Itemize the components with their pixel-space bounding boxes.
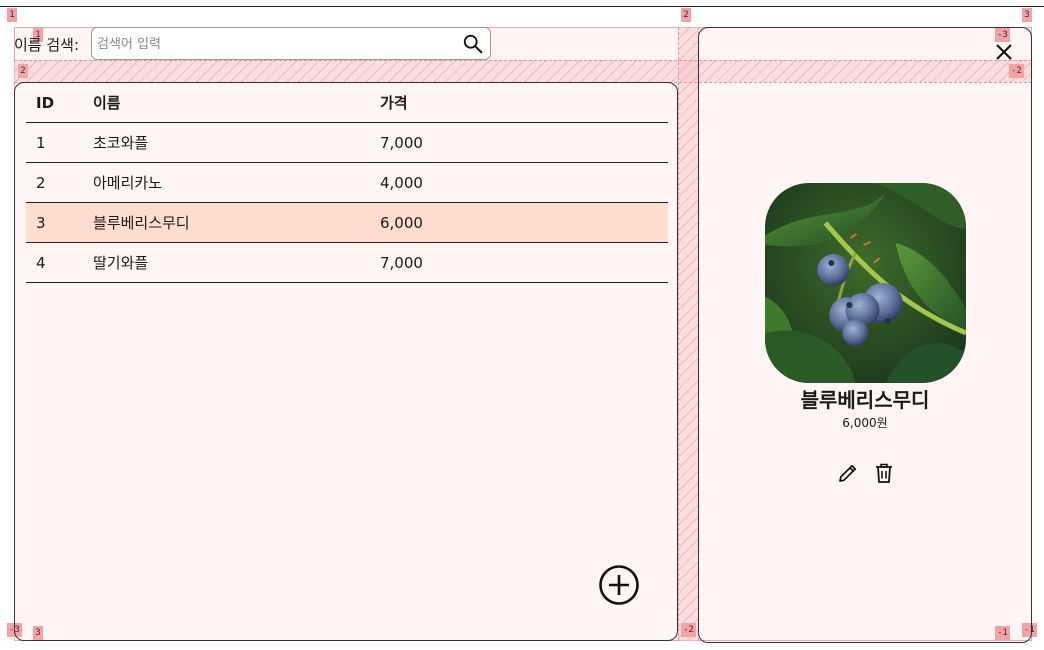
grid-line-number: 1 xyxy=(7,8,17,22)
product-price: 6,000원 xyxy=(842,416,888,430)
row-name: 블루베리스무디 xyxy=(93,214,190,232)
search-input[interactable] xyxy=(97,34,457,54)
search-box xyxy=(91,27,491,60)
column-header-price: 가격 xyxy=(380,94,408,112)
trash-icon[interactable] xyxy=(872,461,896,485)
grid-line-number: -2 xyxy=(681,623,696,637)
row-name: 초코와플 xyxy=(93,134,149,152)
top-rule xyxy=(0,6,1044,7)
plus-circle-icon[interactable] xyxy=(598,564,640,606)
row-id: 4 xyxy=(36,254,46,272)
grid-gap-column xyxy=(678,27,698,641)
table-row[interactable]: 2 아메리카노 4,000 xyxy=(26,163,668,203)
row-name: 아메리카노 xyxy=(93,174,163,192)
product-table: ID 이름 가격 1 초코와플 7,000 2 아메리카노 4,000 3 블루… xyxy=(26,83,668,283)
row-name: 딸기와플 xyxy=(93,254,149,272)
row-id: 2 xyxy=(36,174,46,192)
row-id: 3 xyxy=(36,214,46,232)
row-price: 6,000 xyxy=(380,214,423,232)
row-price: 4,000 xyxy=(380,174,423,192)
row-price: 7,000 xyxy=(380,254,423,272)
search-icon[interactable] xyxy=(462,33,484,55)
product-name: 블루베리스무디 xyxy=(800,388,930,412)
table-header: ID 이름 가격 xyxy=(26,83,668,123)
row-id: 1 xyxy=(36,134,46,152)
product-detail-panel: 블루베리스무디 6,000원 xyxy=(698,27,1032,643)
table-row[interactable]: 4 딸기와플 7,000 xyxy=(26,243,668,283)
column-header-id: ID xyxy=(36,94,55,112)
pencil-icon[interactable] xyxy=(836,461,860,485)
table-row-selected[interactable]: 3 블루베리스무디 6,000 xyxy=(26,203,668,243)
product-image xyxy=(765,183,966,383)
product-list-panel: ID 이름 가격 1 초코와플 7,000 2 아메리카노 4,000 3 블루… xyxy=(14,82,678,641)
grid-line xyxy=(678,27,679,641)
grid-line-number: 3 xyxy=(1022,8,1032,22)
table-row[interactable]: 1 초코와플 7,000 xyxy=(26,123,668,163)
column-header-name: 이름 xyxy=(93,94,121,112)
grid-line-number: 2 xyxy=(681,8,691,22)
close-icon[interactable] xyxy=(994,42,1014,62)
grid-line-number: 2 xyxy=(18,64,28,78)
search-label: 이름 검색: xyxy=(14,36,80,54)
row-price: 7,000 xyxy=(380,134,423,152)
